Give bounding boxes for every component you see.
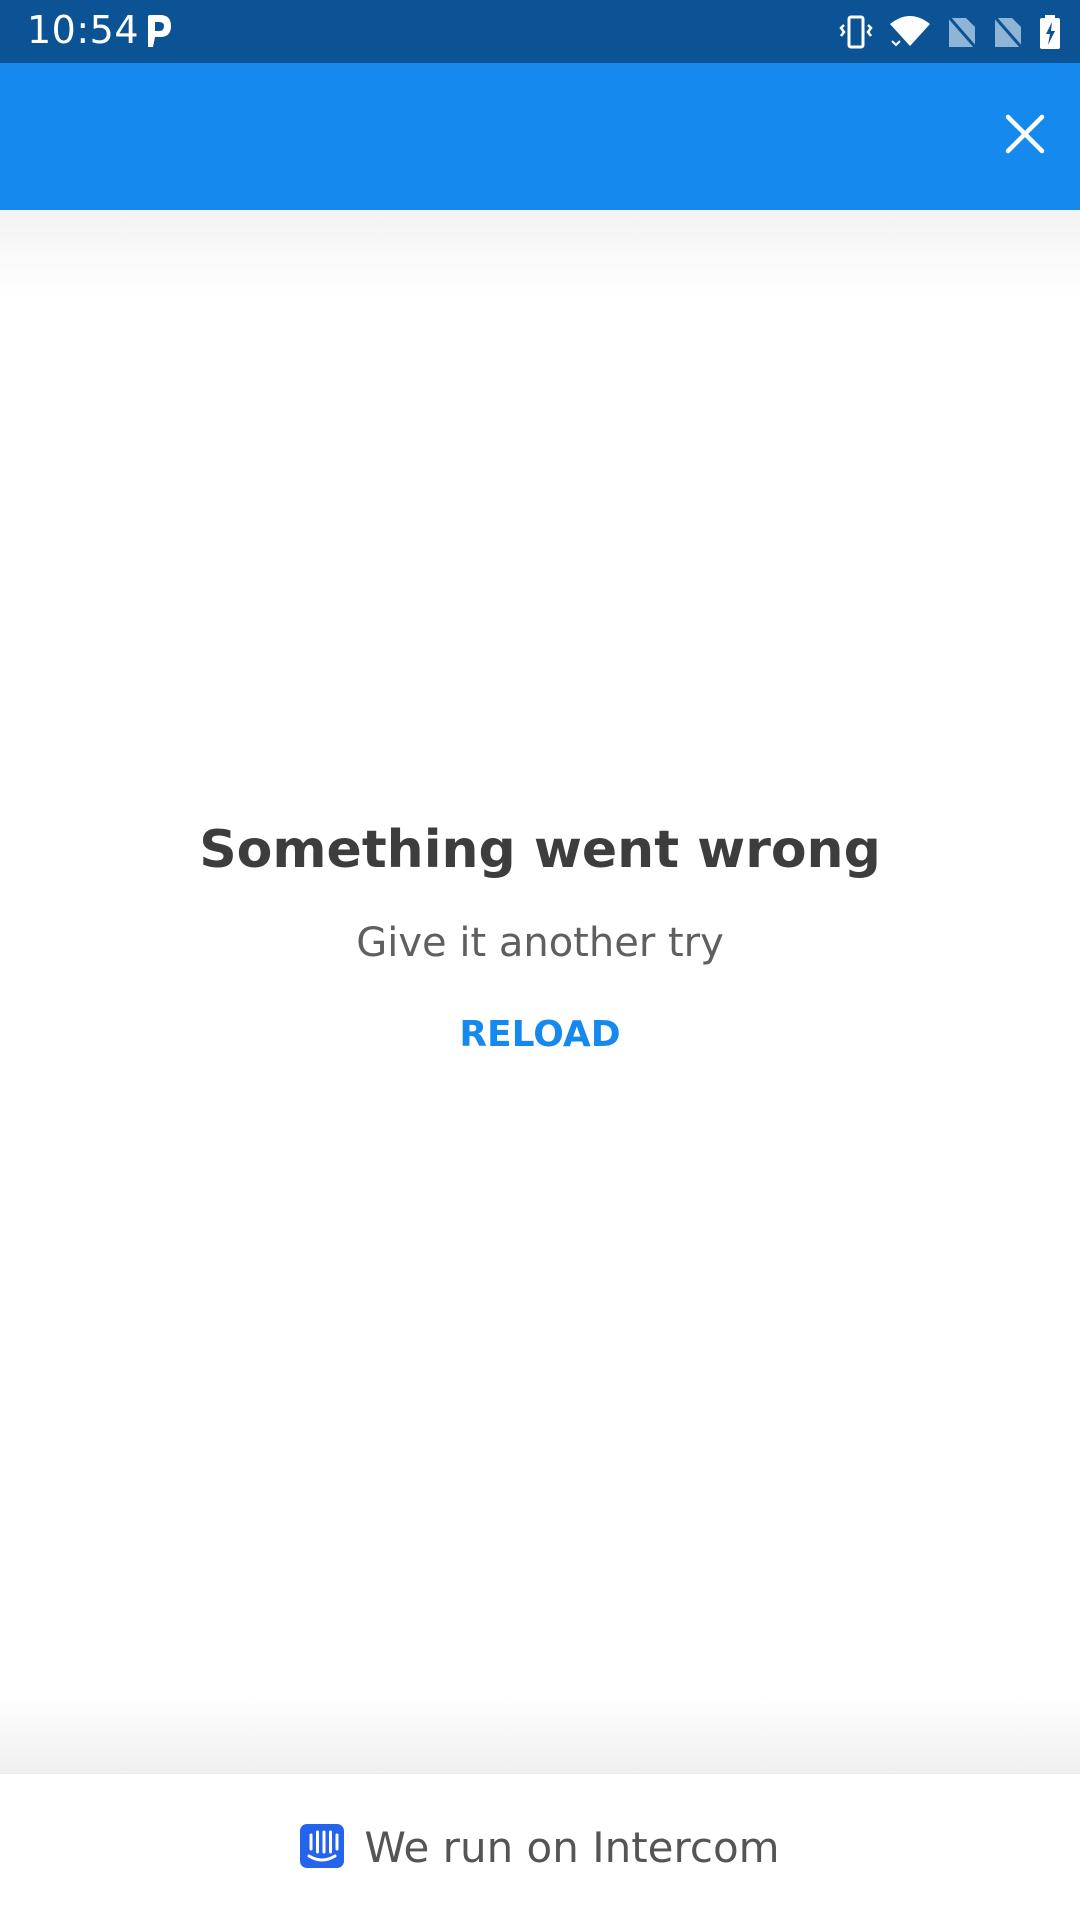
status-icons xyxy=(838,11,1062,53)
wifi-icon xyxy=(888,14,932,50)
vibrate-icon xyxy=(838,14,874,50)
intercom-logo-icon xyxy=(300,1823,345,1872)
no-sim-icon xyxy=(992,14,1024,50)
parking-app-icon xyxy=(144,13,174,49)
status-bar: 10:54 xyxy=(0,0,1080,63)
intercom-footer-link[interactable]: We run on Intercom xyxy=(0,1774,1080,1921)
status-time: 10:54 xyxy=(27,8,140,52)
error-content: Something went wrong Give it another try… xyxy=(0,210,1080,1773)
top-shadow xyxy=(0,210,1080,300)
close-icon xyxy=(1004,113,1046,159)
error-title: Something went wrong xyxy=(199,820,881,880)
footer-text: We run on Intercom xyxy=(364,1823,780,1872)
close-button[interactable] xyxy=(990,101,1060,171)
battery-charging-icon xyxy=(1038,14,1062,50)
no-sim-icon xyxy=(946,14,978,50)
app-bar xyxy=(0,63,1080,210)
error-subtitle: Give it another try xyxy=(356,920,724,966)
footer: We run on Intercom xyxy=(0,1773,1080,1921)
bottom-shadow xyxy=(0,1693,1080,1773)
reload-button[interactable]: RELOAD xyxy=(440,1005,640,1065)
